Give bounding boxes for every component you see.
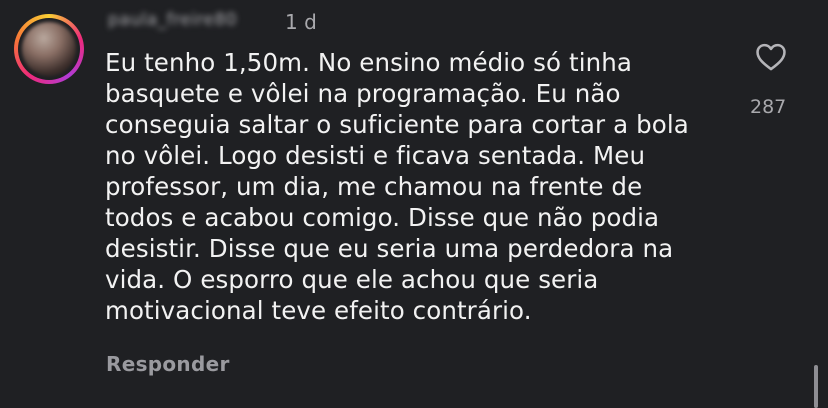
avatar-gap: [18, 18, 80, 80]
comment-screen: paula_freire80 1 d Eu tenho 1,50m. No en…: [0, 0, 828, 408]
heart-outline-icon[interactable]: [754, 40, 788, 74]
comment-text: Eu tenho 1,50m. No ensino médio só tinha…: [105, 48, 689, 325]
like-count: 287: [750, 96, 787, 118]
reply-button[interactable]: Responder: [106, 352, 230, 376]
comment-username[interactable]: paula_freire80: [108, 10, 237, 30]
scrollbar[interactable]: [814, 365, 818, 408]
avatar: [22, 22, 76, 76]
comment-timestamp: 1 d: [285, 10, 317, 34]
avatar-story-ring[interactable]: [14, 14, 84, 84]
